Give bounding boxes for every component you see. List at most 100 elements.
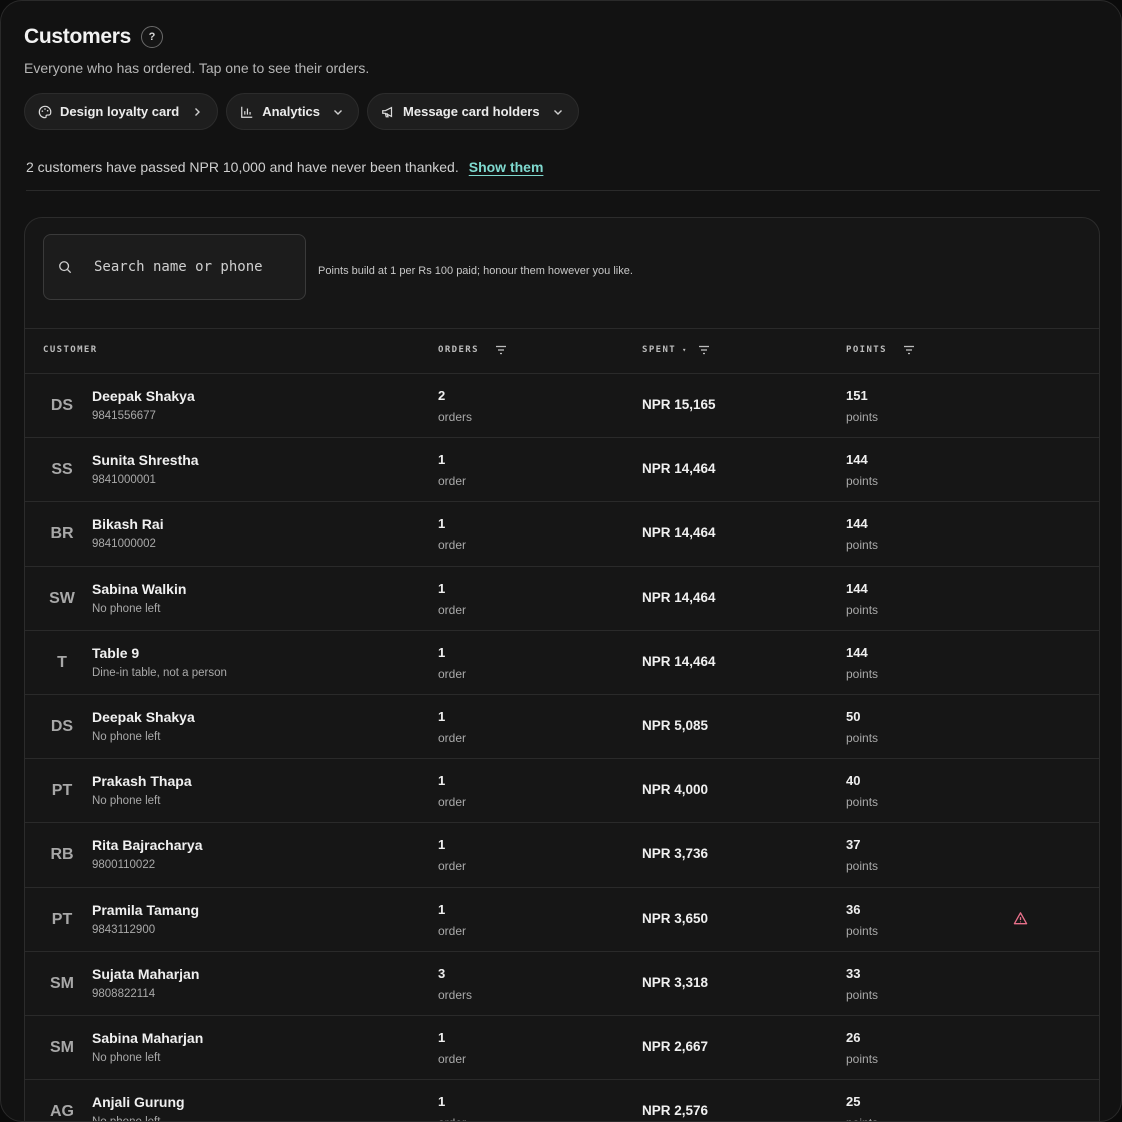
customer-phone: No phone left [92, 1116, 160, 1121]
table-row[interactable]: SM Sabina Maharjan No phone left 1 order… [25, 1016, 1099, 1081]
table-row[interactable]: PT Pramila Tamang 9843112900 1 order NPR… [25, 888, 1099, 952]
column-header-spent[interactable]: SPENT ▾ [642, 345, 710, 355]
palette-icon [38, 105, 52, 118]
customer-phone: No phone left [92, 795, 161, 808]
avatar: AG [50, 1103, 74, 1121]
search-box [43, 234, 306, 300]
order-count-label: order [438, 923, 467, 938]
amount-spent: NPR 14,464 [642, 461, 716, 477]
table-row[interactable]: SS Sunita Shrestha 9841000001 1 order NP… [25, 438, 1099, 503]
table-toolbar: Points build at 1 per Rs 100 paid; honou… [25, 218, 1099, 329]
amount-spent: NPR 3,650 [642, 910, 709, 926]
megaphone-icon [382, 106, 393, 117]
column-header-customer[interactable]: CUSTOMER [43, 345, 98, 355]
points-label: points [846, 666, 879, 681]
design-loyalty-card-button[interactable]: Design loyalty card [24, 93, 219, 130]
order-count: 3 [438, 965, 446, 981]
table-row[interactable]: SW Sabina Walkin No phone left 1 order N… [25, 567, 1099, 631]
amount-spent: NPR 2,576 [642, 1103, 709, 1119]
points-label: points [846, 410, 879, 424]
show-them-link[interactable]: Show them [469, 159, 544, 175]
amount-spent: NPR 3,736 [642, 846, 709, 862]
order-count: 1 [438, 580, 446, 596]
table-row[interactable]: BR Bikash Rai 9841000002 1 order NPR 14,… [25, 502, 1099, 567]
table-row[interactable]: AG Anjali Gurung No phone left 1 order N… [25, 1080, 1099, 1121]
amount-spent: NPR 15,165 [642, 397, 716, 412]
order-count: 1 [438, 1029, 446, 1045]
customer-phone: 9843112900 [92, 923, 156, 936]
order-count: 1 [438, 644, 446, 660]
amount-spent: NPR 4,000 [642, 782, 709, 798]
table-row[interactable]: SM Sujata Maharjan 9808822114 3 orders N… [25, 952, 1099, 1016]
avatar: PT [51, 910, 73, 928]
points-value: 37 [846, 837, 861, 853]
search-input[interactable] [94, 235, 299, 299]
order-count-label: order [438, 474, 467, 489]
order-count-label: orders [438, 410, 473, 424]
points-value: 26 [846, 1029, 861, 1045]
points-value: 144 [846, 516, 868, 532]
points-label: points [846, 987, 879, 1002]
customer-name: Deepak Shakya [92, 388, 195, 404]
points-note: Points build at 1 per Rs 100 paid; honou… [318, 265, 633, 277]
table-row[interactable]: T Table 9 Dine-in table, not a person 1 … [25, 631, 1099, 695]
amount-spent: NPR 14,464 [642, 653, 716, 669]
chevron-down-icon [553, 109, 562, 115]
customer-name: Rita Bajracharya [92, 837, 203, 854]
customer-phone: No phone left [92, 1051, 161, 1064]
customer-phone: 9800110022 [92, 859, 156, 872]
points-value: 144 [846, 580, 868, 596]
column-header-orders[interactable]: ORDERS [438, 345, 507, 355]
points-label: points [846, 474, 879, 489]
filter-icon[interactable] [495, 345, 507, 355]
order-count-label: order [438, 859, 467, 874]
customer-name: Sabina Walkin [92, 580, 187, 597]
points-label: points [846, 923, 879, 938]
amount-spent: NPR 3,318 [642, 974, 709, 990]
points-label: points [846, 730, 879, 745]
column-label-customer: CUSTOMER [43, 345, 98, 355]
analytics-button[interactable]: Analytics [226, 93, 360, 130]
customer-name: Prakash Thapa [92, 773, 192, 790]
table-header: CUSTOMER ORDERS SPENT ▾ POINTS [25, 329, 1099, 374]
order-count-label: order [438, 602, 467, 617]
message-card-holders-button[interactable]: Message card holders [367, 93, 579, 130]
filter-icon[interactable] [903, 345, 915, 355]
points-label: points [846, 859, 879, 874]
order-count-label: order [438, 795, 467, 810]
order-count: 1 [438, 837, 446, 853]
avatar: DS [50, 397, 74, 414]
notice-text: 2 customers have passed NPR 10,000 and h… [26, 159, 459, 175]
filter-icon[interactable] [698, 345, 710, 355]
amount-spent: NPR 5,085 [642, 717, 709, 733]
customer-rows: DS Deepak Shakya 9841556677 2 orders NPR… [25, 374, 1099, 1121]
points-value: 151 [846, 388, 868, 403]
points-label: points [846, 538, 879, 553]
table-row[interactable]: PT Prakash Thapa No phone left 1 order N… [25, 759, 1099, 824]
points-label: points [846, 1051, 879, 1066]
order-count-label: order [438, 666, 467, 681]
help-button[interactable]: ? [141, 26, 163, 48]
thank-customers-notice: 2 customers have passed NPR 10,000 and h… [26, 159, 1100, 191]
table-row[interactable]: DS Deepak Shakya 9841556677 2 orders NPR… [25, 374, 1099, 439]
chevron-down-icon [334, 109, 343, 115]
table-row[interactable]: DS Deepak Shakya No phone left 1 order N… [25, 695, 1099, 760]
avatar: RB [50, 846, 74, 864]
sort-descending-icon: ▾ [682, 346, 687, 354]
column-header-points[interactable]: POINTS [846, 345, 915, 355]
column-label-orders: ORDERS [438, 345, 479, 355]
customer-phone: No phone left [92, 602, 161, 615]
customer-phone: 9808822114 [92, 987, 156, 1000]
customer-name: Sabina Maharjan [92, 1029, 204, 1046]
points-value: 25 [846, 1094, 861, 1110]
customer-phone: No phone left [92, 730, 161, 743]
order-count-label: order [438, 1116, 466, 1121]
order-count: 1 [438, 516, 446, 532]
warning-icon [1013, 911, 1028, 924]
customer-name: Table 9 [92, 644, 140, 661]
points-value: 36 [846, 901, 861, 917]
search-icon [59, 261, 72, 274]
table-row[interactable]: RB Rita Bajracharya 9800110022 1 order N… [25, 823, 1099, 888]
order-count-label: orders [438, 987, 473, 1002]
design-loyalty-card-label: Design loyalty card [60, 104, 180, 119]
